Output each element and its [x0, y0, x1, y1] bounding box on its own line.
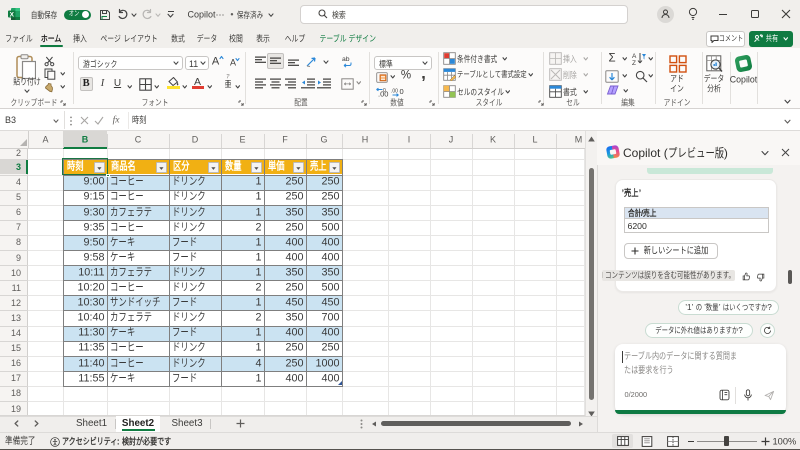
- svg-text:0: 0: [383, 88, 386, 94]
- svg-text:X: X: [10, 12, 15, 19]
- svg-text:Z: Z: [632, 60, 636, 65]
- svg-text:A: A: [632, 53, 637, 60]
- svg-text:0: 0: [399, 87, 403, 96]
